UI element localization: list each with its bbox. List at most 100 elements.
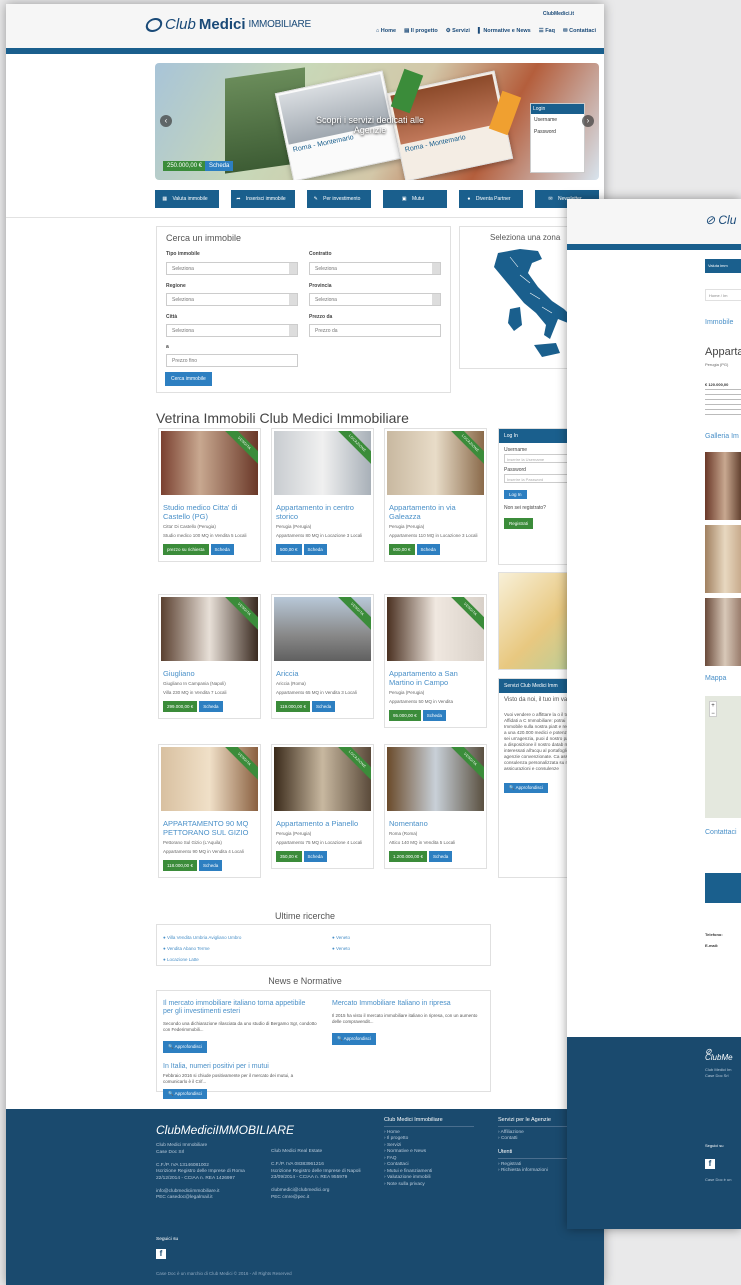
nav-progetto[interactable]: ▤ Il progetto [404,28,438,34]
footer-col1: Club Medici Immobiliare Case Doc Srl C.F.… [156,1143,245,1200]
listing-title[interactable]: Appartamento a San Martino in Campo [387,669,484,687]
chevron-right-icon[interactable]: › [582,115,594,127]
listing-card[interactable]: VENDITA APPARTAMENTO 90 MQ PETTORANO SUL… [158,744,261,878]
price-badge: 600,00 € [389,544,415,555]
scheda-button[interactable]: Scheda [303,544,327,555]
listing-card[interactable]: LOCAZIONE Appartamento in centro storico… [271,428,374,562]
listing-title[interactable]: Nomentano [387,819,484,828]
scheda-button[interactable]: Scheda [429,851,453,862]
price-badge: prezzo su richiesta [163,544,209,555]
search-link[interactable]: ● Villa Vendita Umbria Avigliano Umbro [163,935,241,940]
listing-title[interactable]: Appartamento in via Galeazza [387,503,484,521]
nav-servizi[interactable]: ⚙ Servizi [446,28,470,34]
scheda-button[interactable]: Scheda [416,544,440,555]
zoom-controls[interactable]: + − [709,701,717,717]
partner-button[interactable]: ● Diventa Partner [459,190,523,208]
detail-page-screenshot: ⊘ Clu Valuta imm Home / Im Immobile Appa… [567,199,741,1229]
listing-title[interactable]: Appartamento a Pianello [274,819,371,828]
listing-photo: LOCAZIONE [274,747,371,811]
detail-footer: ⊘ ClubMe Club Medici Im Case Doc Srl Seg… [567,1037,741,1229]
search-link[interactable]: ● Veneto [332,946,350,951]
footer-link[interactable]: › Note sulla privacy [384,1182,474,1189]
prezzo-a-input[interactable]: Prezzo fino [166,354,298,367]
listing-card[interactable]: VENDITA Appartamento a San Martino in Ca… [384,594,487,728]
contattaci-title: Contattaci [705,829,737,836]
news-item-desc: Febbraio 2016 si chiude positivamente pe… [163,1073,294,1084]
gallery-photo[interactable] [705,525,741,593]
quick-actions: ▦ Valuta immobile ➦ Inserisci immobile ✎… [155,190,599,208]
scheda-button[interactable]: Scheda [199,701,223,712]
listing-card[interactable]: VENDITA Studio medico Citta' di Castello… [158,428,261,562]
scheda-button[interactable]: Scheda [210,544,234,555]
listing-card[interactable]: LOCAZIONE Appartamento in via Galeazza P… [384,428,487,562]
listing-title[interactable]: Studio medico Citta' di Castello (PG) [161,503,258,521]
register-button[interactable]: Registrati [504,518,534,529]
tipo-select[interactable]: Seleziona [166,262,298,275]
scheda-button[interactable]: Scheda [422,710,447,721]
scheda-button[interactable]: Scheda [303,851,327,862]
price-badge: 1.200.000,00 € [389,851,428,862]
scheda-button[interactable]: Scheda [198,860,223,871]
listing-card[interactable]: VENDITA Ariccia Ariccia (Roma) Appartame… [271,594,374,719]
facebook-icon[interactable]: f [705,1153,715,1171]
chevron-left-icon[interactable]: ‹ [160,115,172,127]
hero-slider[interactable]: Roma - Montemario Roma - Montemario Scop… [155,63,599,180]
listing-location: Roma (Roma) [389,831,418,836]
citta-select[interactable]: Seleziona [166,324,298,337]
news-item-title[interactable]: In Italia, numeri positivi per i mutui [163,1063,323,1071]
tel-label: Telefono: [705,932,723,937]
footer-col3: Club Medici Immobiliare › Home › Il prog… [384,1117,474,1188]
nav-news[interactable]: ▌ Normative e News [478,28,531,34]
valuta-immobile-button[interactable]: ▦ Valuta immobile [155,190,219,208]
nav-home[interactable]: ⌂ Home [376,28,396,34]
approfondisci-button[interactable]: 🔍 Approfondisci [163,1041,207,1053]
scheda-button[interactable]: Scheda [311,701,336,712]
contratto-select[interactable]: Seleziona [309,262,441,275]
approfondisci-button[interactable]: 🔍 Approfondisci [332,1033,376,1045]
hero-caption: Scopri i servizi dedicati alle Agenzie [315,115,425,135]
site-name: ClubMedici.it [542,11,574,17]
mutui-button[interactable]: ▣ Mutui [383,190,447,208]
detail-logo[interactable]: ⊘ Clu [705,213,736,227]
gallery-photo[interactable] [705,452,741,520]
footer-logo: ClubMediciIMMOBILIARE [156,1123,295,1137]
search-link[interactable]: ● Vendita Abano Terme [163,946,210,951]
listing-title[interactable]: Giugliano [161,669,258,678]
listing-desc: Appartamento 65 MQ in Vendita 3 Locali [276,690,357,695]
copyright: Case Doc è un marchio di Club Medici © 2… [156,1271,292,1276]
listing-title[interactable]: Appartamento in centro storico [274,503,371,521]
listing-photo: VENDITA [387,597,484,661]
label-provincia: Provincia [309,283,332,289]
listing-card[interactable]: VENDITA Giugliano Giugliano In Campania … [158,594,261,719]
investimento-button[interactable]: ✎ Per investimento [307,190,371,208]
nav-faq[interactable]: ☰ Faq [539,28,555,34]
listing-photo: VENDITA [161,431,258,495]
listing-title[interactable]: APPARTAMENTO 90 MQ PETTORANO SUL GIZIO [161,819,258,837]
listing-card[interactable]: LOCAZIONE Appartamento a Pianello Perugi… [271,744,374,869]
provincia-select[interactable]: Seleziona [309,293,441,306]
search-link[interactable]: ● Locazione Latte [163,957,199,962]
site-logo[interactable]: Club Medici IMMOBILIARE [144,16,311,33]
news-item-title[interactable]: Mercato Immobiliare Italiano in ripresa [332,1000,482,1008]
valuta-immobile-button[interactable]: Valuta imm [705,259,741,273]
search-link[interactable]: ● Veneto [332,935,350,940]
listing-card[interactable]: VENDITA Nomentano Roma (Roma) Attico 140… [384,744,487,869]
gallery-photo[interactable] [705,598,741,666]
listing-title[interactable]: Ariccia [274,669,371,678]
listing-photo: VENDITA [387,747,484,811]
map-view[interactable]: + − [705,696,741,818]
approfondisci-button[interactable]: 🔍 Approfondisci [163,1089,207,1099]
regione-select[interactable]: Seleziona [166,293,298,306]
inserisci-immobile-button[interactable]: ➦ Inserisci immobile [231,190,295,208]
facebook-icon[interactable]: f [156,1249,166,1259]
cerca-immobile-button[interactable]: Cerca immobile [165,372,212,386]
italy-map[interactable] [480,247,580,362]
login-button[interactable]: Log In [504,490,527,499]
listing-location: Perugia (Perugia) [389,524,425,529]
detail-city: Perugia (PG) [705,362,729,367]
nav-contattaci[interactable]: ✉ Contattaci [563,28,596,34]
approfondisci-button[interactable]: 🔍 Approfondisci [504,783,548,793]
news-item-title[interactable]: Il mercato immobiliare italiano torna ap… [163,1000,313,1016]
prezzo-da-input[interactable]: Prezzo da [309,324,441,337]
galleria-title: Galleria Im [705,433,739,440]
